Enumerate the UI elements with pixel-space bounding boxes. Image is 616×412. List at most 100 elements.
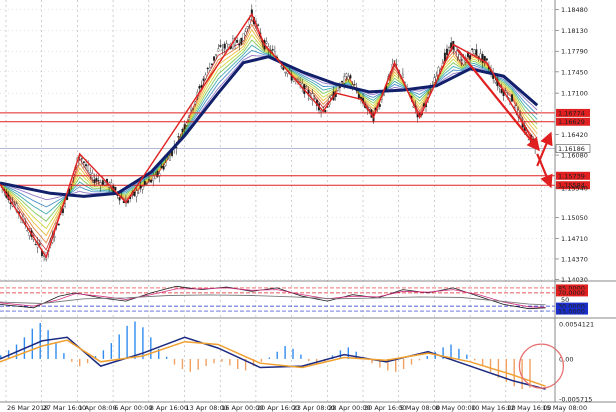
- price-tick-label: 1.18480: [561, 6, 588, 14]
- time-tick-label: 15 May 08:00: [543, 404, 588, 412]
- candle-body: [469, 55, 472, 60]
- candle-body: [458, 54, 461, 60]
- candle-body: [208, 67, 211, 71]
- histogram-bar: [165, 356, 168, 359]
- candle-body: [339, 86, 341, 89]
- candle-body: [223, 43, 226, 49]
- histogram-bar: [260, 358, 263, 362]
- candle-body: [288, 70, 291, 72]
- histogram-bar: [410, 358, 413, 365]
- histogram-bar: [308, 358, 310, 362]
- candle-body: [95, 178, 98, 181]
- histogram-bar: [497, 358, 500, 378]
- candle-body: [280, 65, 283, 67]
- candle-body: [443, 52, 446, 62]
- price-tick-label: 1.14370: [561, 255, 588, 263]
- candle-body: [97, 180, 100, 182]
- histogram-bar: [150, 337, 152, 359]
- candle-body: [378, 104, 381, 107]
- candle-body: [485, 58, 488, 61]
- histogram-bar: [197, 358, 199, 370]
- candle-body: [284, 71, 287, 74]
- price-tick-label: 1.16080: [561, 152, 588, 160]
- candle-body: [38, 243, 41, 245]
- candle-body: [89, 171, 92, 175]
- histogram-bar: [268, 357, 271, 359]
- candle-body: [471, 48, 474, 50]
- candle-body: [349, 75, 352, 79]
- candle-body: [135, 190, 138, 197]
- time-tick-label: 6 Apr 00:00: [114, 404, 152, 412]
- histogram-bar: [142, 327, 144, 359]
- candle-body: [271, 49, 274, 51]
- candle-body: [166, 158, 169, 160]
- price-tick-label: 1.15540: [561, 184, 588, 192]
- candle-body: [118, 197, 121, 201]
- histogram-bar: [110, 343, 113, 359]
- candle-body: [93, 179, 96, 184]
- candle-body: [53, 236, 56, 238]
- time-tick-label: 1 Apr 08:00: [78, 404, 116, 412]
- candle-body: [511, 94, 513, 102]
- histogram-bar: [237, 358, 239, 369]
- histogram-bar: [276, 351, 278, 359]
- candle-body: [34, 244, 37, 245]
- candle-body: [343, 76, 346, 84]
- histogram-bar: [71, 358, 73, 362]
- candle-body: [257, 24, 260, 26]
- candle-body: [498, 86, 501, 89]
- histogram-bar: [450, 344, 452, 359]
- candle-body: [225, 43, 228, 50]
- candle-body: [206, 67, 209, 70]
- price-tick-label: 1.15050: [561, 214, 588, 222]
- candle-body: [152, 175, 155, 182]
- level-label: 1.16629: [558, 118, 585, 126]
- histogram-bar: [86, 358, 89, 364]
- oscillator-tick-label: 15.0000: [558, 307, 585, 315]
- candle-body: [192, 108, 195, 110]
- candle-body: [240, 37, 243, 45]
- candle-body: [456, 50, 459, 57]
- candle-body: [219, 44, 222, 47]
- histogram-bar: [300, 354, 302, 359]
- price-tick-label: 1.17100: [561, 90, 588, 98]
- candle-body: [341, 80, 344, 83]
- histogram-bar: [466, 354, 468, 359]
- histogram-bar: [489, 358, 492, 372]
- candle-body: [154, 174, 157, 179]
- histogram-bar: [458, 348, 460, 359]
- candle-body: [313, 98, 316, 100]
- histogram-bar: [189, 358, 192, 372]
- candle-body: [475, 49, 478, 56]
- histogram-bar: [134, 321, 136, 359]
- candle-body: [446, 48, 448, 56]
- histogram-bar: [418, 358, 421, 361]
- candle-body: [215, 54, 218, 56]
- candle-body: [479, 53, 482, 60]
- histogram-bar: [229, 358, 231, 366]
- histogram-bar: [284, 345, 286, 359]
- time-tick-label: 8 May 00:00: [435, 404, 475, 412]
- histogram-bar: [221, 358, 223, 362]
- histogram-bar: [126, 325, 128, 359]
- candle-body: [101, 180, 104, 186]
- candle-body: [150, 179, 153, 183]
- candle-body: [133, 191, 136, 196]
- candle-body: [64, 203, 67, 207]
- candle-body: [383, 94, 385, 96]
- candle-body: [181, 129, 184, 132]
- candle-body: [185, 122, 188, 126]
- histogram-bar: [395, 358, 397, 372]
- histogram-bar: [79, 358, 81, 367]
- histogram-bar: [521, 358, 523, 390]
- histogram-bar: [63, 353, 65, 359]
- candle-body: [265, 41, 268, 44]
- candle-body: [213, 56, 215, 61]
- candle-body: [494, 79, 497, 83]
- candle-body: [429, 88, 432, 90]
- candle-body: [164, 162, 167, 166]
- candle-body: [238, 43, 241, 46]
- time-tick-label: 8 Apr 16:00: [150, 404, 188, 412]
- candle-body: [202, 78, 205, 81]
- candle-body: [483, 55, 486, 62]
